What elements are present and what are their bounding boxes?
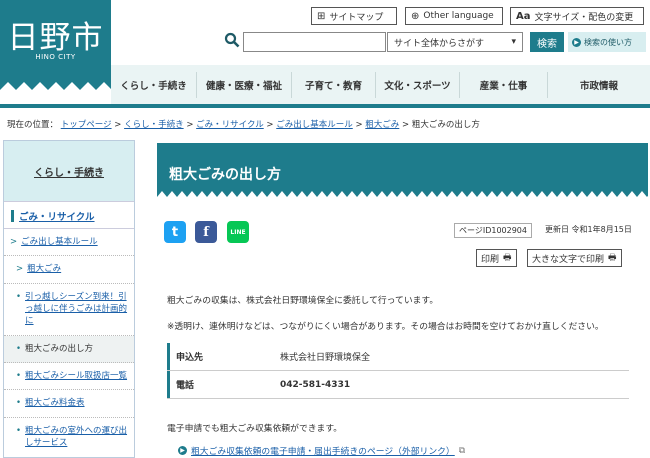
nav-item[interactable]: くらし・手続き	[111, 72, 196, 98]
sidebar-head: くらし・手続き	[4, 141, 134, 201]
sitemap-link[interactable]: ⊞ サイトマップ	[311, 7, 397, 25]
printer-icon: 🖶	[503, 253, 512, 263]
mountain-pattern	[0, 82, 111, 104]
chevron-right-icon: >	[10, 237, 18, 247]
breadcrumb-current: 粗大ごみの出し方	[411, 120, 480, 130]
bullet-icon: •	[16, 425, 22, 436]
page-id: ページID1002904	[454, 223, 532, 238]
breadcrumb: 現在の位置： トップページ > くらし・手続き > ごみ・リサイクル > ごみ出…	[7, 118, 480, 130]
breadcrumb-separator: >	[266, 120, 274, 130]
search-input[interactable]	[243, 32, 386, 52]
bullet-icon: •	[16, 343, 22, 354]
external-link-icon: ⧉	[458, 445, 466, 456]
online-text: 電子申請でも粗大ごみ収集依頼ができます。	[167, 424, 343, 434]
language-label: Other language	[423, 11, 494, 21]
sidebar-item[interactable]: • 粗大ごみの室外への運び出しサービス	[4, 418, 134, 457]
breadcrumb-link[interactable]: くらし・手続き	[124, 120, 184, 130]
facebook-icon[interactable]: f	[195, 221, 217, 243]
print-large-label: 大きな文字で印刷	[532, 254, 605, 265]
fontsize-link[interactable]: Aa 文字サイズ・配色の変更	[510, 7, 644, 25]
sitemap-label: サイトマップ	[329, 12, 384, 23]
table-row: 申込先 株式会社日野環境保全	[167, 343, 629, 371]
search-help-label: 検索の使い方	[584, 37, 632, 47]
global-nav: くらし・手続き 健康・医療・福祉 子育て・教育 文化・スポーツ 産業・仕事 市政…	[111, 65, 650, 104]
page-title-bar: 粗大ごみの出し方	[157, 143, 648, 203]
table-cell: 042-581-4331	[280, 379, 351, 390]
nav-item[interactable]: 市政情報	[547, 71, 650, 98]
breadcrumb-separator: >	[355, 120, 363, 130]
mountain-pattern	[157, 191, 648, 203]
print-label: 印刷	[481, 254, 500, 265]
breadcrumb-separator: >	[114, 120, 122, 130]
sidebar-item[interactable]: • 引っ越しシーズン到来！引っ越しに伴うごみは計画的に	[4, 284, 134, 336]
sidebar-item-label: 粗大ごみの出し方	[25, 343, 94, 354]
nav-item[interactable]: 子育て・教育	[291, 71, 375, 98]
bullet-icon: •	[16, 398, 22, 409]
breadcrumb-separator: >	[402, 120, 410, 130]
contact-table: 申込先 株式会社日野環境保全 電話 042-581-4331	[167, 343, 629, 399]
sidebar-item[interactable]: > 粗大ごみ	[4, 256, 134, 284]
external-link-label[interactable]: 粗大ごみ収集依頼の電子申請・届出手続きのページ（外部リンク）	[191, 444, 455, 457]
sitemap-icon: ⊞	[317, 10, 326, 22]
intro-text: 粗大ごみの収集は、株式会社日野環境保全に委託して行っています。	[167, 296, 439, 306]
sidebar-item-current: • 粗大ごみの出し方	[4, 335, 134, 363]
nav-item[interactable]: 産業・仕事	[459, 71, 547, 98]
search-help-button[interactable]: ▶ 検索の使い方	[568, 32, 646, 52]
arrow-right-icon: ▶	[572, 37, 581, 47]
search-icon	[224, 32, 240, 48]
breadcrumb-separator: >	[186, 120, 194, 130]
logo-title: 日野市	[7, 20, 104, 56]
twitter-icon[interactable]: t	[164, 221, 186, 243]
sidebar-item-label[interactable]: 粗大ごみの室外への運び出しサービス	[25, 425, 128, 450]
sidebar-item-label[interactable]: 粗大ごみ	[27, 263, 61, 275]
note-text: ※透明け、連休明けなどは、つながりにくい場合があります。その場合はお時間を空けて…	[167, 322, 604, 332]
arrow-right-icon: ▶	[178, 446, 187, 455]
breadcrumb-link[interactable]: ごみ出し基本ルール	[276, 120, 353, 130]
sidebar-section-label[interactable]: ごみ・リサイクル	[19, 209, 95, 223]
language-link[interactable]: ⊕ Other language	[405, 7, 503, 25]
table-row: 電話 042-581-4331	[167, 371, 629, 399]
breadcrumb-link[interactable]: ごみ・リサイクル	[196, 120, 264, 130]
bullet-icon: •	[16, 291, 22, 302]
sidebar-item-label[interactable]: ごみ出し基本ルール	[21, 236, 98, 248]
sidebar-item[interactable]: • 粗大ごみシール取扱店一覧	[4, 363, 134, 391]
sidebar-head-link[interactable]: くらし・手続き	[34, 164, 104, 179]
print-button[interactable]: 印刷 🖶	[476, 249, 517, 267]
external-link[interactable]: ▶ 粗大ごみ収集依頼の電子申請・届出手続きのページ（外部リンク） ⧉	[178, 444, 465, 457]
sidebar-item[interactable]: > ごみ出し基本ルール	[4, 229, 134, 257]
chevron-down-icon: ▾	[511, 37, 516, 47]
globe-icon: ⊕	[411, 10, 420, 22]
sidebar-item[interactable]: • 粗大ごみ料金表	[4, 390, 134, 418]
breadcrumb-label: 現在の位置：	[7, 120, 59, 130]
breadcrumb-link[interactable]: 粗大ごみ	[365, 120, 399, 130]
printer-icon: 🖶	[608, 253, 617, 263]
print-large-button[interactable]: 大きな文字で印刷 🖶	[527, 249, 622, 267]
nav-item[interactable]: 健康・医療・福祉	[196, 71, 291, 98]
site-logo[interactable]: 日野市 HINO CITY	[0, 0, 111, 104]
fontsize-label: 文字サイズ・配色の変更	[534, 12, 634, 23]
search-button[interactable]: 検索	[530, 32, 564, 52]
updated-date: 更新日 令和1年8月15日	[545, 225, 632, 234]
bullet-icon: •	[16, 370, 22, 381]
font-size-icon: Aa	[516, 10, 531, 22]
sidebar-section[interactable]: ごみ・リサイクル	[4, 201, 134, 229]
page-title: 粗大ごみの出し方	[169, 167, 281, 183]
nav-divider	[0, 104, 650, 108]
table-cell: 株式会社日野環境保全	[280, 353, 371, 363]
sidebar-item-label[interactable]: 引っ越しシーズン到来！引っ越しに伴うごみは計画的に	[25, 291, 128, 328]
nav-item[interactable]: 文化・スポーツ	[375, 71, 459, 98]
section-bar	[11, 210, 14, 222]
table-header: 申込先	[167, 343, 280, 370]
table-header: 電話	[167, 371, 280, 398]
line-icon[interactable]: LINE	[227, 221, 249, 243]
search-scope-value: サイト全体からさがす	[394, 38, 485, 49]
breadcrumb-link[interactable]: トップページ	[61, 120, 112, 130]
sidebar-item-label[interactable]: 粗大ごみ料金表	[25, 397, 85, 409]
sidebar-item-label[interactable]: 粗大ごみシール取扱店一覧	[25, 370, 127, 382]
logo-subtitle: HINO CITY	[35, 53, 76, 61]
sidebar: くらし・手続き ごみ・リサイクル > ごみ出し基本ルール > 粗大ごみ • 引っ…	[3, 140, 135, 458]
chevron-right-icon: >	[16, 264, 24, 275]
search-scope-select[interactable]: サイト全体からさがす ▾	[387, 32, 523, 52]
